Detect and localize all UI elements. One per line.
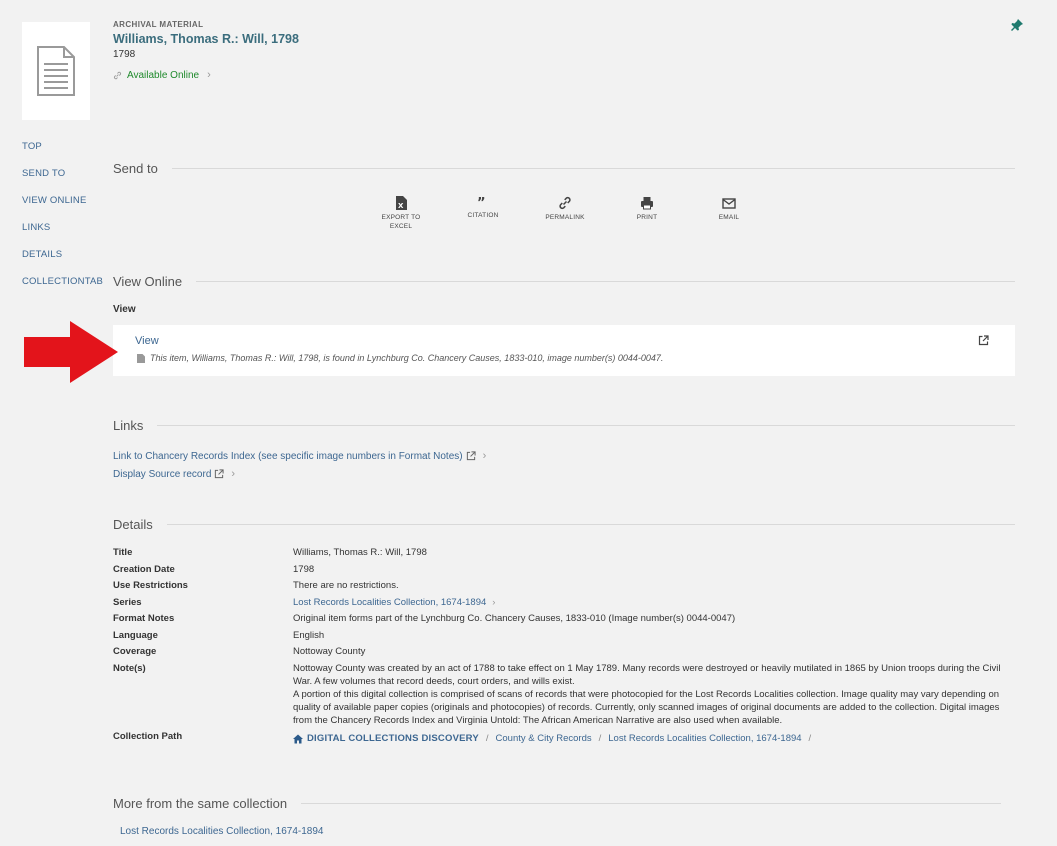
email-label: EMAIL bbox=[718, 214, 740, 221]
file-icon bbox=[137, 353, 145, 363]
external-link-icon[interactable] bbox=[978, 333, 989, 351]
detail-row-title: Title Williams, Thomas R.: Will, 1798 bbox=[113, 547, 427, 558]
divider bbox=[196, 281, 1015, 282]
details-heading: Details bbox=[113, 517, 1015, 532]
links-list: Link to Chancery Records Index (see spec… bbox=[113, 447, 486, 483]
print-button[interactable]: PRINT bbox=[606, 196, 688, 231]
divider bbox=[301, 803, 1002, 804]
section-nav: TOP SEND TO VIEW ONLINE LINKS DETAILS CO… bbox=[22, 140, 103, 302]
email-icon bbox=[722, 198, 736, 209]
chevron-right-icon: › bbox=[231, 468, 236, 480]
red-arrow-annotation bbox=[24, 321, 118, 388]
permalink-label: PERMALINK bbox=[545, 214, 585, 221]
view-note: This item, Williams, Thomas R.: Will, 17… bbox=[137, 353, 663, 363]
document-icon bbox=[37, 46, 75, 96]
divider bbox=[166, 524, 1015, 525]
permalink-button[interactable]: PERMALINK bbox=[524, 196, 606, 231]
record-thumbnail[interactable] bbox=[22, 22, 90, 120]
availability-link[interactable]: Available Online › bbox=[113, 69, 993, 81]
detail-row-language: Language English bbox=[113, 629, 325, 641]
chevron-right-icon: › bbox=[207, 69, 211, 81]
detail-row-format-notes: Format Notes Original item forms part of… bbox=[113, 613, 736, 624]
email-button[interactable]: EMAIL bbox=[688, 196, 770, 231]
detail-row-coverage: Coverage Nottoway County bbox=[113, 646, 366, 657]
note-2: A portion of this digital collection is … bbox=[293, 688, 1000, 726]
source-record-label: Display Source record bbox=[113, 468, 212, 480]
detail-row-series: Series Lost Records Localities Collectio… bbox=[113, 596, 496, 608]
detail-row-creation-date: Creation Date 1798 bbox=[113, 563, 315, 575]
export-excel-label: EXPORT TO EXCEL bbox=[381, 214, 421, 230]
print-icon bbox=[641, 197, 653, 210]
nav-top[interactable]: TOP bbox=[22, 140, 103, 167]
divider bbox=[171, 168, 1015, 169]
export-excel-button[interactable]: X EXPORT TO EXCEL bbox=[360, 196, 442, 231]
view-link[interactable]: View bbox=[135, 335, 159, 347]
divider bbox=[157, 425, 1015, 426]
svg-text:X: X bbox=[398, 202, 404, 210]
external-link-icon bbox=[466, 451, 476, 461]
series-link[interactable]: Lost Records Localities Collection, 1674… bbox=[293, 597, 486, 608]
send-to-heading: Send to bbox=[113, 161, 1015, 176]
chancery-index-link[interactable]: Link to Chancery Records Index (see spec… bbox=[113, 447, 486, 465]
record-header: Archival Material Williams, Thomas R.: W… bbox=[113, 20, 993, 81]
home-icon bbox=[293, 734, 303, 743]
detail-row-use-restrictions: Use Restrictions There are no restrictio… bbox=[113, 580, 399, 591]
record-date: 1798 bbox=[113, 49, 136, 60]
record-title[interactable]: Williams, Thomas R.: Will, 1798 bbox=[113, 32, 993, 46]
more-collection-link[interactable]: Lost Records Localities Collection, 1674… bbox=[120, 826, 323, 837]
citation-button[interactable]: ” CITATION bbox=[442, 196, 524, 231]
quote-icon: ” bbox=[477, 196, 486, 208]
chevron-right-icon: › bbox=[492, 596, 496, 608]
detail-row-notes: Note(s) Nottoway County was created by a… bbox=[113, 662, 1015, 727]
detail-row-collection-path: Collection Path DIGITAL COLLECTIONS DISC… bbox=[113, 731, 812, 745]
send-to-actions: X EXPORT TO EXCEL ” CITATION PERMALINK P… bbox=[360, 196, 770, 231]
view-label: View bbox=[113, 304, 136, 315]
link-icon bbox=[559, 196, 571, 210]
nav-links[interactable]: LINKS bbox=[22, 221, 103, 248]
availability-label: Available Online bbox=[127, 69, 200, 81]
path-lost-records-link[interactable]: Lost Records Localities Collection, 1674… bbox=[608, 732, 801, 745]
path-county-city-link[interactable]: County & City Records bbox=[496, 732, 592, 745]
view-online-heading: View Online bbox=[113, 274, 1015, 289]
view-note-text: This item, Williams, Thomas R.: Will, 17… bbox=[150, 353, 664, 363]
link-icon bbox=[113, 71, 122, 79]
chevron-right-icon: › bbox=[482, 450, 487, 462]
nav-send-to[interactable]: SEND TO bbox=[22, 167, 103, 194]
nav-collectiontab[interactable]: COLLECTIONTAB bbox=[22, 275, 103, 302]
path-home-link[interactable]: DIGITAL COLLECTIONS DISCOVERY bbox=[293, 732, 479, 745]
nav-view-online[interactable]: VIEW ONLINE bbox=[22, 194, 103, 221]
view-online-box: View This item, Williams, Thomas R.: Wil… bbox=[113, 325, 1015, 376]
source-record-link[interactable]: Display Source record › bbox=[113, 465, 486, 483]
print-label: PRINT bbox=[636, 214, 658, 221]
more-heading: More from the same collection bbox=[113, 796, 1015, 811]
pin-icon[interactable] bbox=[1010, 18, 1024, 37]
nav-details[interactable]: DETAILS bbox=[22, 248, 103, 275]
record-type: Archival Material bbox=[113, 20, 204, 29]
details-table: Title Williams, Thomas R.: Will, 1798 Cr… bbox=[113, 546, 1015, 749]
links-heading: Links bbox=[113, 418, 1015, 433]
excel-icon: X bbox=[396, 196, 407, 210]
citation-label: CITATION bbox=[467, 212, 499, 219]
chancery-index-label: Link to Chancery Records Index (see spec… bbox=[113, 450, 463, 462]
svg-text:”: ” bbox=[477, 196, 486, 208]
note-1: Nottoway County was created by an act of… bbox=[293, 662, 1001, 687]
external-link-icon bbox=[215, 469, 224, 479]
